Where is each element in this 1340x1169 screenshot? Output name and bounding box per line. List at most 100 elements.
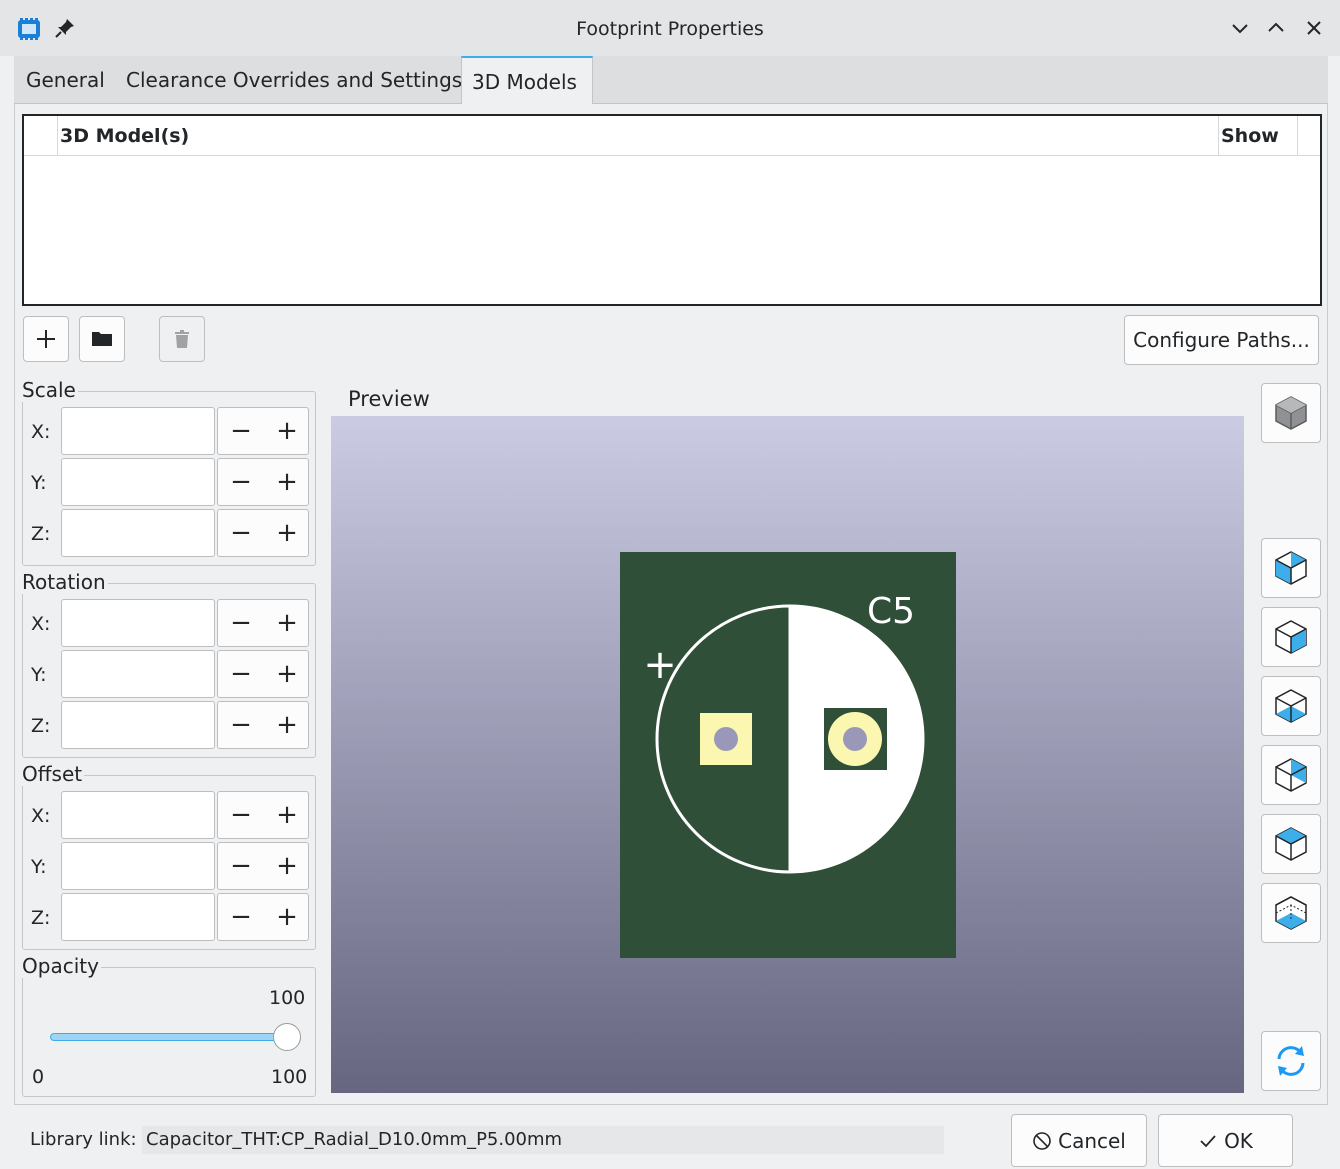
- scale-x-stepper: − +: [217, 407, 309, 455]
- scale-z-increment-button[interactable]: +: [264, 510, 310, 556]
- browse-model-button[interactable]: [79, 316, 125, 362]
- opacity-value: 100: [269, 987, 306, 1009]
- view-front-button[interactable]: [1261, 676, 1321, 736]
- offset-y-stepper: − +: [217, 842, 309, 890]
- offset-y-increment-button[interactable]: +: [264, 843, 310, 889]
- scale-group-label: Scale: [22, 378, 78, 402]
- minimize-icon[interactable]: [1228, 16, 1252, 40]
- offset-x-label: X:: [31, 805, 51, 827]
- maximize-icon[interactable]: [1264, 16, 1288, 40]
- window-title: Footprint Properties: [576, 18, 764, 40]
- folder-icon: [92, 332, 112, 346]
- opacity-slider-track[interactable]: [50, 1033, 288, 1041]
- rotation-z-label: Z:: [31, 715, 51, 737]
- title-bar: Footprint Properties: [0, 0, 1340, 56]
- rotation-z-increment-button[interactable]: +: [264, 702, 310, 748]
- scale-y-decrement-button[interactable]: −: [218, 459, 264, 505]
- footprint-preview-drawing: + C5: [620, 552, 956, 958]
- library-link-field[interactable]: Capacitor_THT:CP_Radial_D10.0mm_P5.00mm: [142, 1126, 944, 1154]
- footprint-properties-dialog: Footprint Properties General Clearance O…: [0, 0, 1340, 1169]
- view-bottom-button[interactable]: [1261, 883, 1321, 943]
- rotation-z-stepper: − +: [217, 701, 309, 749]
- preview-label: Preview: [348, 387, 430, 411]
- ok-button-label: OK: [1224, 1128, 1253, 1153]
- tab-bar: General Clearance Overrides and Settings…: [14, 56, 1328, 105]
- scale-x-input[interactable]: [61, 407, 215, 455]
- close-icon[interactable]: [1302, 16, 1326, 40]
- offset-y-label: Y:: [31, 856, 47, 878]
- table-header: 3D Model(s) Show: [24, 116, 1320, 156]
- 3d-cube-icon: [1275, 396, 1307, 430]
- offset-x-increment-button[interactable]: +: [264, 792, 310, 838]
- scale-x-label: X:: [31, 421, 51, 443]
- reload-icon: [1277, 1046, 1305, 1076]
- scale-y-increment-button[interactable]: +: [264, 459, 310, 505]
- view-front-icon: [1275, 689, 1307, 723]
- ok-button[interactable]: OK: [1158, 1114, 1293, 1167]
- rotation-y-decrement-button[interactable]: −: [218, 651, 264, 697]
- view-back-icon: [1275, 758, 1307, 792]
- offset-group-label: Offset: [22, 762, 85, 786]
- rotation-x-label: X:: [31, 613, 51, 635]
- cancel-button[interactable]: Cancel: [1011, 1114, 1147, 1167]
- configure-paths-button[interactable]: Configure Paths...: [1124, 315, 1319, 365]
- cancel-button-label: Cancel: [1058, 1128, 1126, 1153]
- view-back-button[interactable]: [1261, 745, 1321, 805]
- 3d-preview-canvas[interactable]: + C5: [331, 416, 1244, 1093]
- rotation-x-increment-button[interactable]: +: [264, 600, 310, 646]
- offset-z-label: Z:: [31, 907, 51, 929]
- pad-1-drill: [714, 727, 738, 751]
- delete-model-button[interactable]: [159, 316, 205, 362]
- offset-z-stepper: − +: [217, 893, 309, 941]
- pad-2-drill: [843, 727, 867, 751]
- opacity-group-label: Opacity: [22, 954, 101, 978]
- offset-x-stepper: − +: [217, 791, 309, 839]
- opacity-slider-handle[interactable]: [273, 1023, 301, 1051]
- add-model-button[interactable]: [23, 316, 69, 362]
- rotation-group-label: Rotation: [22, 570, 108, 594]
- rotation-y-increment-button[interactable]: +: [264, 651, 310, 697]
- offset-y-input[interactable]: [61, 842, 215, 890]
- offset-z-input[interactable]: [61, 893, 215, 941]
- scale-x-increment-button[interactable]: +: [264, 408, 310, 454]
- column-header-3d-models[interactable]: 3D Model(s): [60, 125, 189, 147]
- view-left-icon: [1275, 551, 1307, 585]
- tab-3d-models[interactable]: 3D Models: [461, 56, 593, 105]
- scale-z-input[interactable]: [61, 509, 215, 557]
- rotation-y-stepper: − +: [217, 650, 309, 698]
- cancel-icon: [1033, 1131, 1051, 1150]
- offset-y-decrement-button[interactable]: −: [218, 843, 264, 889]
- view-3d-button[interactable]: [1261, 383, 1321, 443]
- column-header-show[interactable]: Show: [1218, 116, 1298, 156]
- tab-clearance-overrides[interactable]: Clearance Overrides and Settings: [116, 56, 472, 104]
- reference-designator: C5: [867, 591, 915, 632]
- offset-x-decrement-button[interactable]: −: [218, 792, 264, 838]
- rotation-z-decrement-button[interactable]: −: [218, 702, 264, 748]
- offset-x-input[interactable]: [61, 791, 215, 839]
- rotation-x-decrement-button[interactable]: −: [218, 600, 264, 646]
- tab-general[interactable]: General: [16, 56, 115, 104]
- scale-y-input[interactable]: [61, 458, 215, 506]
- rotation-y-input[interactable]: [61, 650, 215, 698]
- models-table[interactable]: 3D Model(s) Show: [22, 114, 1322, 306]
- offset-z-decrement-button[interactable]: −: [218, 894, 264, 940]
- rotation-z-input[interactable]: [61, 701, 215, 749]
- scale-z-label: Z:: [31, 523, 51, 545]
- polarity-mark: +: [643, 642, 677, 688]
- scale-z-decrement-button[interactable]: −: [218, 510, 264, 556]
- trash-icon: [175, 330, 189, 348]
- scale-x-decrement-button[interactable]: −: [218, 408, 264, 454]
- library-link-label: Library link:: [30, 1129, 137, 1150]
- rotation-x-stepper: − +: [217, 599, 309, 647]
- view-left-button[interactable]: [1261, 538, 1321, 598]
- view-top-icon: [1275, 827, 1307, 861]
- view-top-button[interactable]: [1261, 814, 1321, 874]
- reload-preview-button[interactable]: [1261, 1031, 1321, 1091]
- scale-y-label: Y:: [31, 472, 47, 494]
- opacity-min-label: 0: [32, 1066, 45, 1088]
- rotation-x-input[interactable]: [61, 599, 215, 647]
- view-right-button[interactable]: [1261, 607, 1321, 667]
- rotation-y-label: Y:: [31, 664, 47, 686]
- opacity-max-label: 100: [271, 1066, 308, 1088]
- offset-z-increment-button[interactable]: +: [264, 894, 310, 940]
